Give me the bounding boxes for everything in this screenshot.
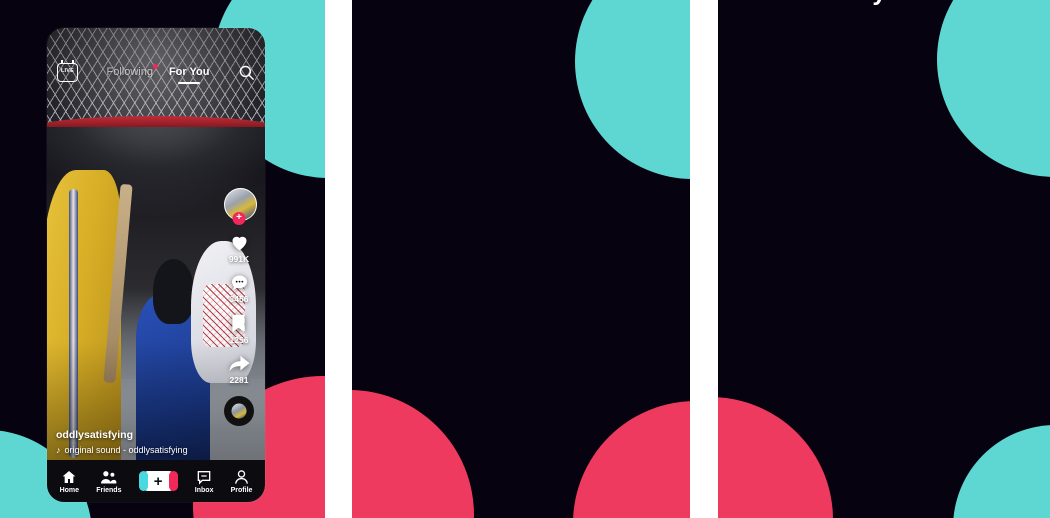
- decorative-teal-blob-2: [953, 425, 1050, 518]
- nav-label-profile: Profile: [230, 486, 253, 494]
- sound-label: original sound - oddlysatisfying: [64, 445, 188, 455]
- comment-action[interactable]: 3456: [229, 273, 250, 304]
- nav-item-friends[interactable]: Friends: [96, 469, 121, 494]
- panel-headline: favorite teams!: [0, 0, 325, 7]
- follow-button[interactable]: +: [232, 212, 246, 225]
- create-plus-label: +: [153, 472, 163, 490]
- nav-item-profile[interactable]: Profile: [230, 469, 253, 494]
- live-icon[interactable]: LIVE: [57, 59, 78, 82]
- nav-item-inbox[interactable]: Inbox: [194, 469, 214, 494]
- decorative-pink-blob-2: [573, 401, 690, 518]
- decorative-pink-blob: [718, 397, 833, 518]
- live-label: LIVE: [60, 68, 75, 75]
- bookmark-action[interactable]: 1256: [229, 313, 249, 345]
- sound-row[interactable]: ♪ original sound - oddlysatisfying: [56, 445, 213, 455]
- screenshot-stage: favorite teams! LIVE: [0, 0, 1050, 518]
- share-count: 2281: [229, 375, 249, 385]
- feed-tabs: Following For You: [78, 64, 238, 78]
- like-count: 991K: [228, 254, 250, 264]
- phone-screen: LIVE Following For You + 991K 3456 1256 …: [47, 28, 265, 502]
- creator-avatar-wrap[interactable]: +: [223, 188, 257, 225]
- creator-username[interactable]: oddlysatisfying: [56, 429, 213, 441]
- tab-following[interactable]: Following: [106, 64, 158, 78]
- heart-icon[interactable]: [228, 232, 251, 253]
- promo-panel-2: LIVE Following For You: [352, 0, 690, 518]
- music-note-icon: ♪: [56, 445, 61, 455]
- top-scrim: [47, 28, 265, 142]
- disc-core: [231, 403, 247, 419]
- inbox-icon: [197, 470, 211, 485]
- phone-mockup-1: LIVE Following For You + 991K 3456 1256 …: [47, 28, 265, 502]
- like-action[interactable]: 991K: [228, 232, 251, 264]
- search-icon[interactable]: [238, 64, 255, 81]
- decorative-pink-blob: [352, 390, 474, 518]
- profile-icon: [235, 469, 248, 484]
- bottom-nav-1: Home Friends + Inbox Profile: [47, 460, 265, 502]
- panel-divider-2: [690, 0, 718, 518]
- comment-count: 3456: [229, 294, 249, 304]
- following-badge-dot: [152, 64, 158, 69]
- friends-icon: [101, 470, 117, 484]
- nav-label-home: Home: [59, 486, 80, 494]
- create-plus-icon[interactable]: +: [138, 471, 178, 491]
- nav-label-friends: Friends: [96, 486, 122, 494]
- panel-headline: for every season!: [718, 0, 1050, 7]
- decorative-teal-blob: [575, 0, 690, 179]
- share-icon[interactable]: [228, 354, 251, 374]
- promo-panel-1: favorite teams! LIVE: [0, 0, 325, 518]
- tab-for-you[interactable]: For You: [169, 66, 210, 78]
- tab-following-label: Following: [106, 66, 153, 78]
- bookmark-icon[interactable]: [230, 313, 247, 334]
- feed-topbar: LIVE Following For You: [47, 59, 265, 83]
- panel-divider-1: [325, 0, 352, 518]
- share-action[interactable]: 2281: [228, 354, 251, 385]
- home-icon: [62, 470, 76, 483]
- comment-icon[interactable]: [229, 273, 250, 293]
- bookmark-count: 1256: [229, 335, 249, 345]
- music-disc-icon[interactable]: [224, 396, 254, 426]
- tab-for-you-label: For You: [168, 66, 210, 78]
- video-meta: oddlysatisfying ♪ original sound - oddly…: [56, 429, 213, 455]
- action-rail: + 991K 3456 1256 2281: [218, 188, 260, 426]
- decorative-teal-blob: [937, 0, 1050, 177]
- nav-item-home[interactable]: Home: [60, 469, 79, 494]
- nav-label-inbox: Inbox: [194, 486, 214, 494]
- promo-panel-3: for every season!: [718, 0, 1050, 518]
- nav-item-create[interactable]: +: [138, 471, 178, 491]
